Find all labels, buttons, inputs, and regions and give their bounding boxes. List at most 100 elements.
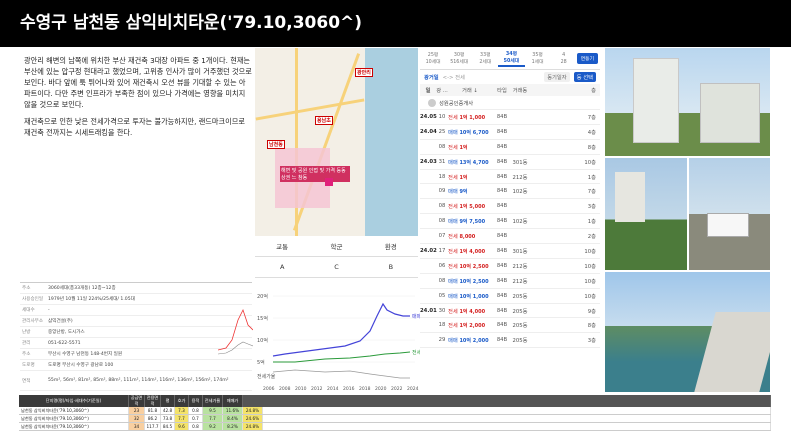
list-item[interactable]: 08 전세 1억 84B 8층 xyxy=(420,140,600,155)
tab-size[interactable]: 4 28 xyxy=(551,52,577,66)
filter-label[interactable]: 광거일 xyxy=(424,73,439,81)
row-dong: 205동 xyxy=(512,338,528,345)
photo-building xyxy=(633,58,679,143)
col-header[interactable]: 거래 ↓ xyxy=(448,86,494,94)
row-floor: 7층 xyxy=(587,114,596,121)
photo-wall xyxy=(694,312,770,392)
info-value: 55m², 56m², 81m², 85m², 88m², 111m², 114… xyxy=(48,378,229,383)
sparkline-gray xyxy=(218,341,253,355)
row-price: 매매 13억 4,700 xyxy=(448,159,489,166)
info-key: 주소 xyxy=(22,352,31,357)
row-type: 84B xyxy=(496,322,508,329)
photo-building xyxy=(700,83,760,143)
row-price: 전세 10억 2,500 xyxy=(448,263,489,270)
agent-avatar-icon xyxy=(428,98,436,107)
photo-parking-truck xyxy=(689,158,770,270)
row-type: 84B xyxy=(496,292,508,299)
row-price: 전세 8,000 xyxy=(448,234,476,241)
cell: 9.2 xyxy=(203,423,223,430)
compare-button[interactable]: 면동기 xyxy=(576,53,598,64)
row-floor: 10층 xyxy=(584,278,596,285)
cell: 9.6 xyxy=(175,423,189,430)
row-month: 24.05 xyxy=(420,113,437,120)
col-header: 층 xyxy=(591,88,596,94)
row-day: 25 xyxy=(438,128,446,135)
tab-size[interactable]: 25평 10세대 xyxy=(420,52,446,66)
row-price: 매매 9억 xyxy=(448,189,468,196)
row-day: 08 xyxy=(438,143,446,150)
map-pin-label[interactable]: 광안리 xyxy=(355,68,373,77)
table-row[interactable]: 남천동 삼익비치타운('79.10,3060^) 34 117.7 84.5 9.6 0.… xyxy=(19,423,771,431)
row-price: 전세 1억 2,000 xyxy=(448,323,486,330)
list-item[interactable]: 24.03 31 매매 13억 4,700 84B 301동 10층 xyxy=(420,155,600,170)
table-head-cell: 호가 xyxy=(175,395,189,407)
cell: 7.3 xyxy=(175,407,189,414)
tab-size[interactable]: 35평 1세대 xyxy=(525,52,551,66)
row-price: 전세 1억 4,000 xyxy=(448,248,486,255)
y-tick-label: 20억 xyxy=(257,293,268,300)
row-day: 07 xyxy=(438,233,446,240)
list-item[interactable]: 08 매매 10억 2,500 84B 212동 10층 xyxy=(420,274,600,289)
filter-sub[interactable]: <-> 전세 xyxy=(443,73,465,81)
summary-table: 단지명(평)/타입·세대수(기준일) 공급면적 전용면적 평 호가 용적 전세가… xyxy=(19,395,771,439)
tab-size[interactable]: 30평 516세대 xyxy=(446,52,472,66)
row-month: 24.02 xyxy=(420,247,437,254)
cell: 8.4% xyxy=(223,415,243,422)
row-price: 매매 10억 2,500 xyxy=(448,278,489,285)
row-floor: 9층 xyxy=(587,308,596,315)
map-pin-label[interactable]: 용남초 xyxy=(315,116,333,125)
col-header: 거래동 xyxy=(512,88,528,94)
row-floor: 3층 xyxy=(587,204,596,211)
map-marker[interactable] xyxy=(325,178,333,186)
row-floor: 10층 xyxy=(584,293,596,300)
filter-bar: 광거일 <-> 전세 동기일자 등 선택 xyxy=(420,70,600,84)
cell: 34 xyxy=(129,423,145,430)
list-item[interactable]: 08 전세 1억 5,000 84B 3층 xyxy=(420,199,600,215)
info-key: 사용승인일 xyxy=(22,297,44,302)
row-floor: 1층 xyxy=(587,219,596,226)
list-item[interactable]: 09 매매 9억 84B 102동 7층 xyxy=(420,184,600,200)
series-label-ratio: 전세가율 xyxy=(257,373,276,380)
list-item[interactable]: 06 전세 10억 2,500 84B 212동 10층 xyxy=(420,259,600,274)
list-item[interactable]: 29 매매 10억 2,000 84B 205동 3층 xyxy=(420,333,600,349)
list-item[interactable]: 07 전세 8,000 84B 2층 xyxy=(420,229,600,245)
series-jeonse-line xyxy=(273,351,411,363)
cell: 7.7 xyxy=(203,415,223,422)
row-day: 18 xyxy=(438,173,446,180)
row-dong: 205동 xyxy=(512,323,528,330)
agent-row[interactable]: 성원공인중개사 xyxy=(420,96,600,110)
info-key: 관리 xyxy=(22,341,31,346)
tab-size[interactable]: 33평 2세대 xyxy=(472,52,498,66)
row-month: 24.03 xyxy=(420,158,437,165)
row-price: 전세 1억 4,000 xyxy=(448,308,486,315)
map-pin-label[interactable]: 남천동 xyxy=(267,140,285,149)
x-tick-label: 2022 xyxy=(391,386,403,392)
price-trend-chart: 20억 15억 10억 5억 매매 전세 전세가율 2006 2008 2010… xyxy=(257,293,422,392)
x-tick-label: 2024 xyxy=(407,386,419,392)
row-day: 05 xyxy=(438,292,446,299)
row-type: 84B xyxy=(496,247,508,254)
intro-paragraph-1: 광안리 해변의 남쪽에 위치한 부산 재건축 3대장 아파트 중 1개이다. 현… xyxy=(24,56,252,109)
row-day: 17 xyxy=(438,247,446,254)
list-item[interactable]: 24.01 30 전세 1억 4,000 84B 205동 9층 xyxy=(420,304,600,319)
y-tick-label: 15억 xyxy=(257,315,268,322)
location-map[interactable]: 남천동 용남초 광안리 해변 및 공원 인접 및 가격 등동 상권 느 참동 xyxy=(255,48,418,236)
list-item[interactable]: 08 매매 9억 7,500 84B 102동 1층 xyxy=(420,214,600,230)
row-dong: 301동 xyxy=(512,159,528,166)
list-item[interactable]: 24.02 17 전세 1억 4,000 84B 301동 10층 xyxy=(420,244,600,259)
table-row[interactable]: 남천동 삼익비치타운('79.10,3060^) 32 86.2 73.8 7.7 0.7… xyxy=(19,415,771,423)
list-item[interactable]: 24.05 10 전세 1억 1,000 84B 7층 xyxy=(420,110,600,125)
date-chip[interactable]: 동기일자 xyxy=(544,72,570,82)
list-item[interactable]: 18 전세 1억 2,000 84B 205동 8층 xyxy=(420,318,600,334)
row-month: 24.01 xyxy=(420,307,437,314)
table-row[interactable]: 남천동 삼익비치타운('79.10,3060^) 23 81.8 42.8 7.3 0.8… xyxy=(19,407,771,415)
row-month: 24.04 xyxy=(420,128,437,135)
cell: 42.8 xyxy=(161,407,175,414)
rating-grade-transport: A xyxy=(255,257,310,278)
list-item[interactable]: 24.04 25 매매 10억 6,700 84B 4층 xyxy=(420,125,600,140)
list-item[interactable]: 18 전세 1억 84B 212동 1층 xyxy=(420,170,600,185)
dong-select-chip[interactable]: 등 선택 xyxy=(573,72,596,82)
x-tick-label: 2014 xyxy=(327,386,339,392)
list-item[interactable]: 05 매매 10억 1,000 84B 205동 10층 xyxy=(420,289,600,304)
tab-size-active[interactable]: 34평 50세대 xyxy=(498,51,525,67)
